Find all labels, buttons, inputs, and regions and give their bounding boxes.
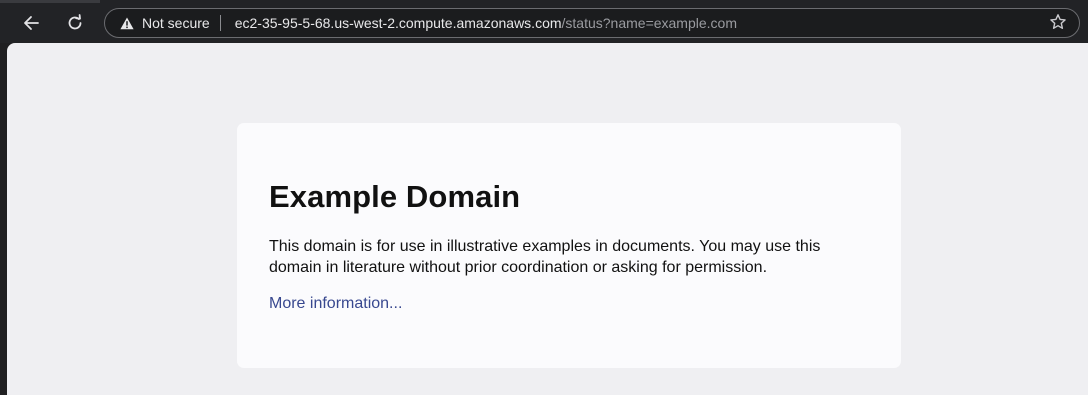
- reload-button[interactable]: [60, 8, 90, 38]
- more-information-link[interactable]: More information...: [269, 295, 402, 313]
- reload-icon: [66, 14, 84, 32]
- description-text: This domain is for use in illustrative e…: [269, 238, 821, 276]
- url-path: /status?name=example.com: [561, 15, 737, 31]
- url-text[interactable]: ec2-35-95-5-68.us-west-2.compute.amazona…: [235, 15, 737, 31]
- omnibox-divider: [219, 15, 221, 31]
- page-title: Example Domain: [269, 179, 521, 214]
- warning-triangle-icon: [120, 17, 134, 30]
- star-icon: [1049, 13, 1067, 35]
- url-host: ec2-35-95-5-68.us-west-2.compute.amazona…: [234, 15, 562, 31]
- security-label: Not secure: [142, 15, 210, 31]
- content-card: Example Domain This domain is for use in…: [237, 123, 901, 368]
- back-arrow-icon: [22, 14, 40, 32]
- tab-strip-accent: [0, 0, 100, 3]
- back-button[interactable]: [16, 8, 46, 38]
- address-bar[interactable]: Not secure ec2-35-95-5-68.us-west-2.comp…: [104, 8, 1080, 38]
- page-viewport: Example Domain This domain is for use in…: [7, 43, 1088, 395]
- bookmark-button[interactable]: [1048, 14, 1068, 34]
- security-indicator[interactable]: Not secure: [120, 9, 210, 37]
- browser-toolbar: Not secure ec2-35-95-5-68.us-west-2.comp…: [0, 0, 1088, 43]
